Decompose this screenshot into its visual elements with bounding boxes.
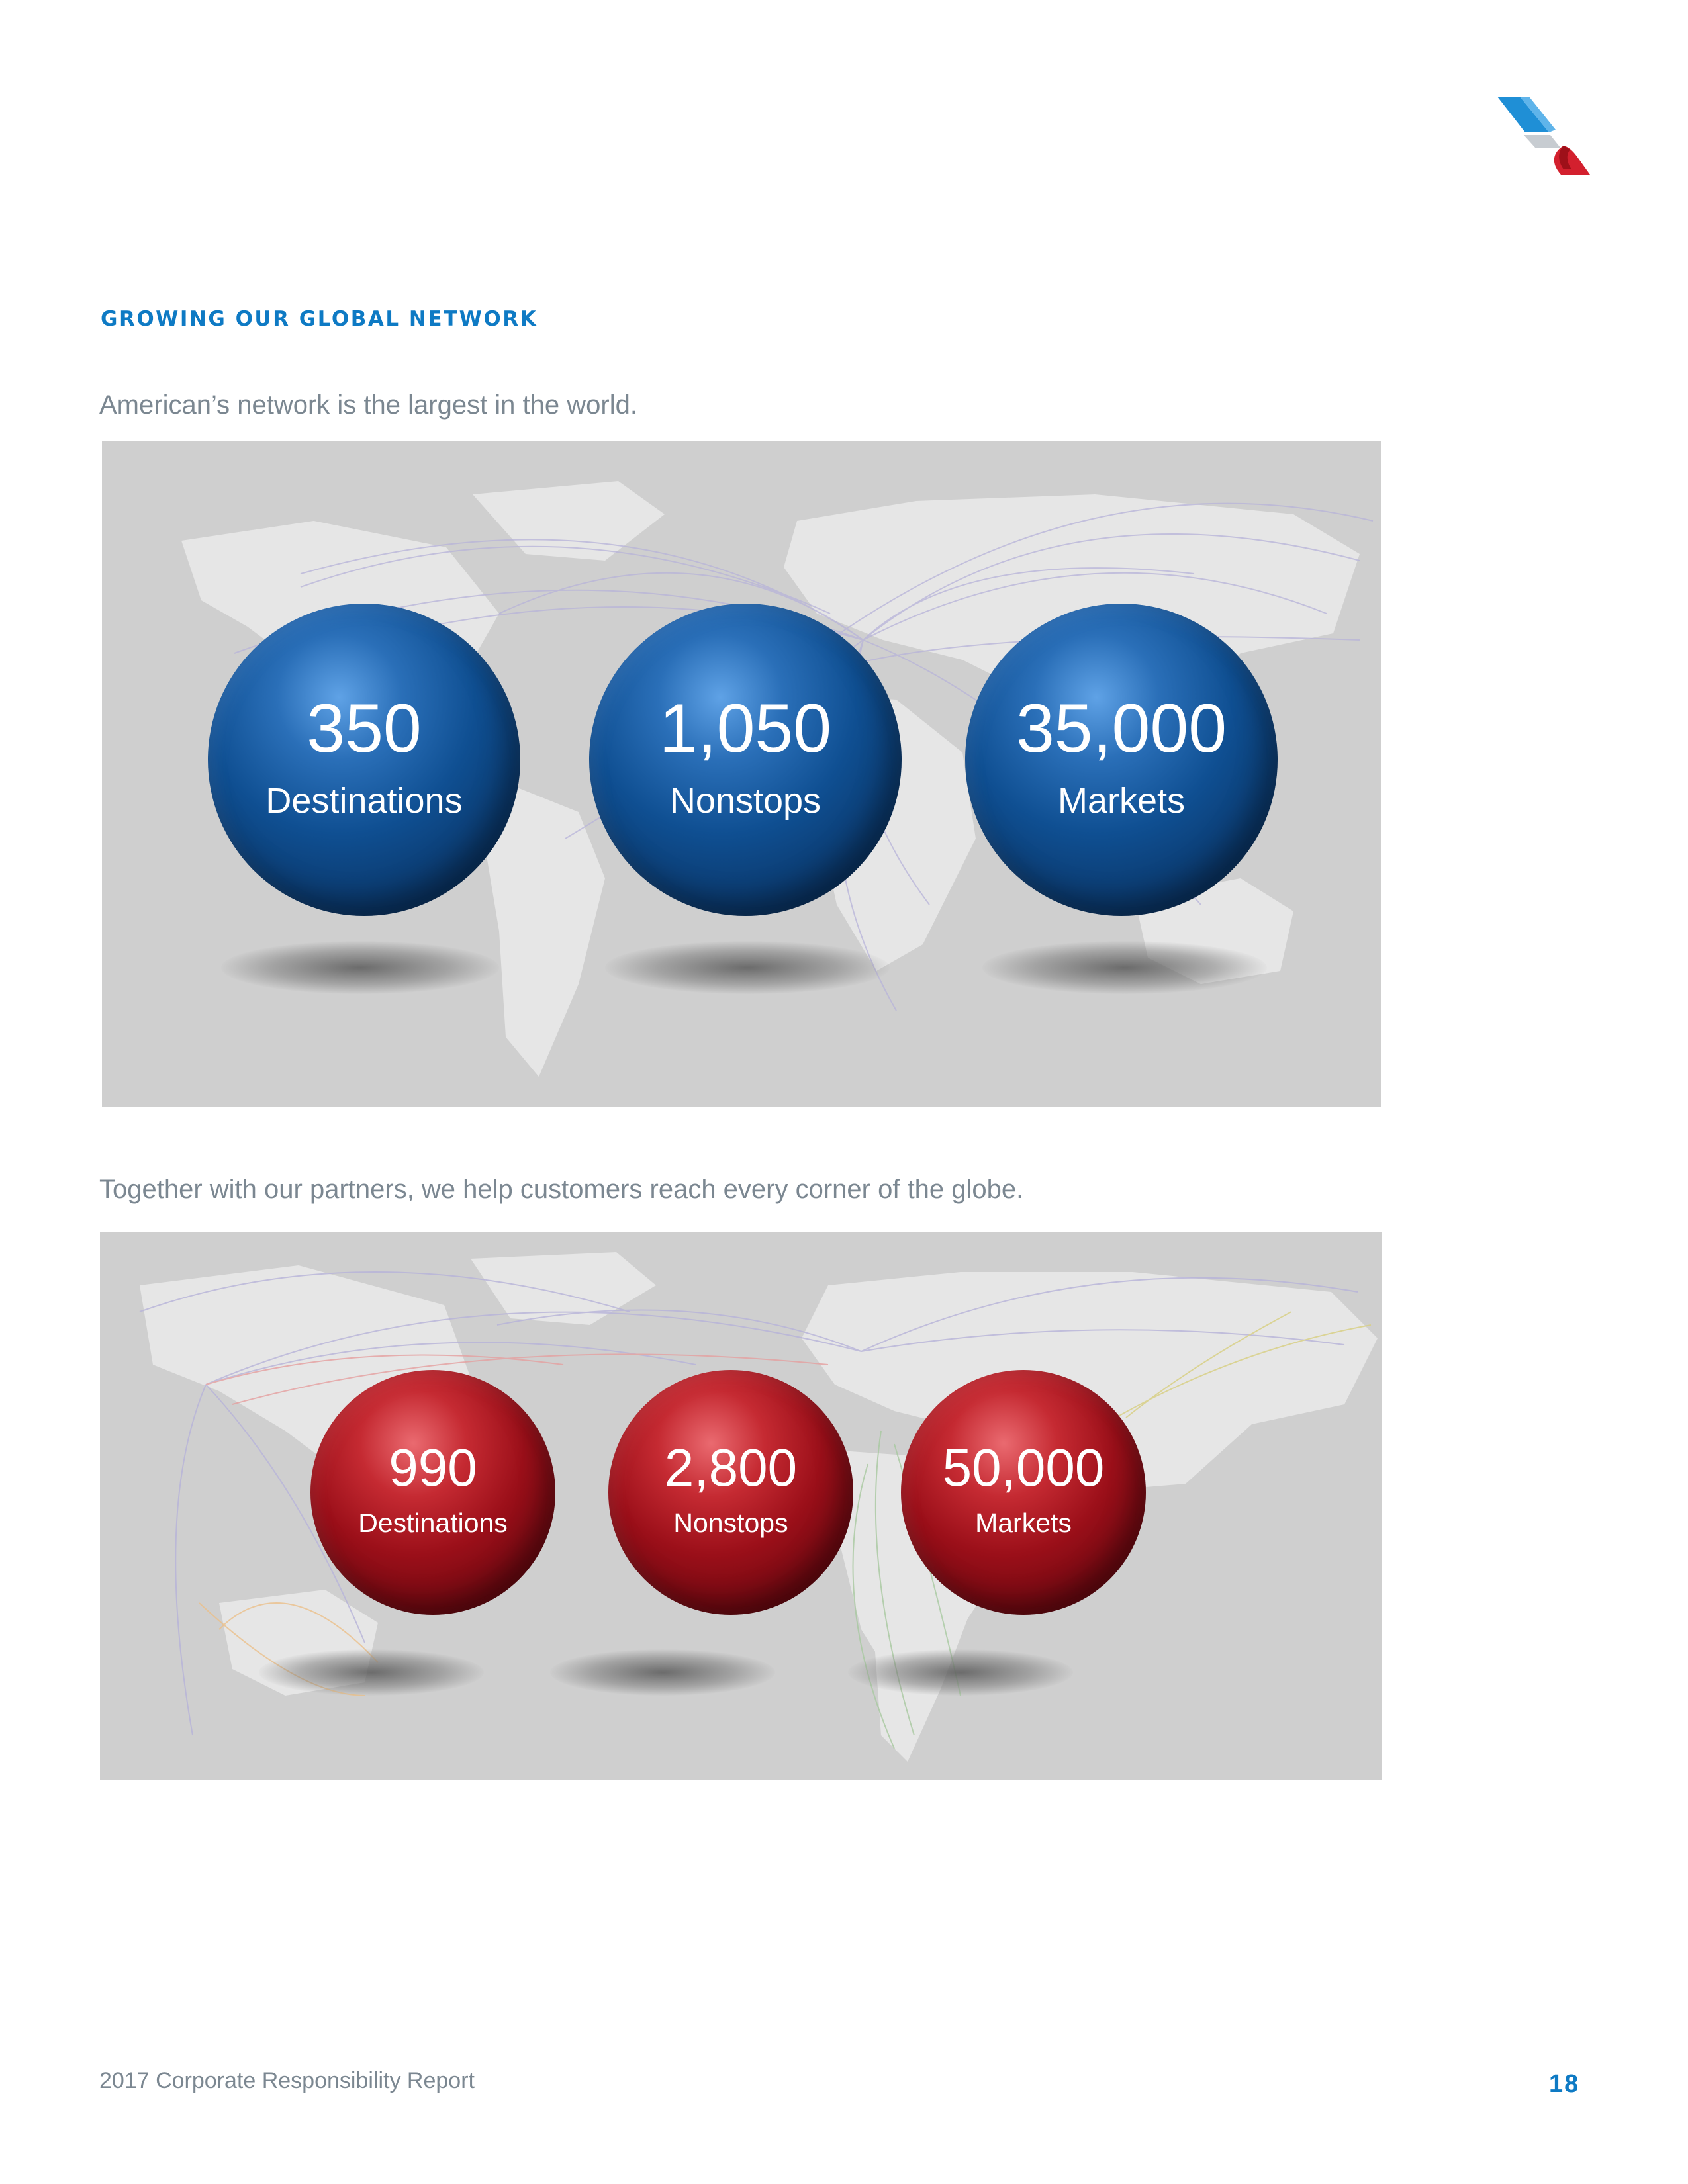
section-title: GROWING OUR GLOBAL NETWORK — [101, 307, 538, 331]
american-network-lead: American’s network is the largest in the… — [99, 390, 637, 420]
stat-label: Destinations — [265, 780, 463, 821]
american-airlines-logo-icon — [1497, 97, 1590, 175]
partner-network-map: 990 Destinations 2,800 Nonstops 50,000 M… — [100, 1232, 1382, 1780]
stat-label: Nonstops — [669, 780, 821, 821]
partner-stat-nonstops: 2,800 Nonstops — [608, 1370, 853, 1615]
partner-stat-markets: 50,000 Markets — [901, 1370, 1146, 1615]
stat-value: 35,000 — [1015, 690, 1227, 767]
stat-label: Markets — [975, 1508, 1072, 1539]
stat-value: 990 — [389, 1438, 477, 1498]
partner-network-lead: Together with our partners, we help cust… — [99, 1175, 1024, 1204]
stat-value: 1,050 — [659, 690, 832, 767]
american-network-map: 350 Destinations 1,050 Nonstops 35,000 M… — [102, 441, 1381, 1107]
stat-nonstops: 1,050 Nonstops — [589, 604, 902, 916]
stat-destinations: 350 Destinations — [208, 604, 520, 916]
stat-label: Markets — [1057, 780, 1186, 821]
report-footer: 2017 Corporate Responsibility Report — [99, 2068, 475, 2093]
stat-value: 2,800 — [664, 1438, 798, 1498]
stat-value: 350 — [306, 690, 422, 767]
stat-label: Destinations — [358, 1508, 508, 1539]
page-number: 18 — [1549, 2070, 1580, 2098]
partner-stat-destinations: 990 Destinations — [310, 1370, 555, 1615]
stat-value: 50,000 — [942, 1438, 1105, 1498]
stat-markets: 35,000 Markets — [965, 604, 1278, 916]
stat-label: Nonstops — [673, 1508, 788, 1539]
